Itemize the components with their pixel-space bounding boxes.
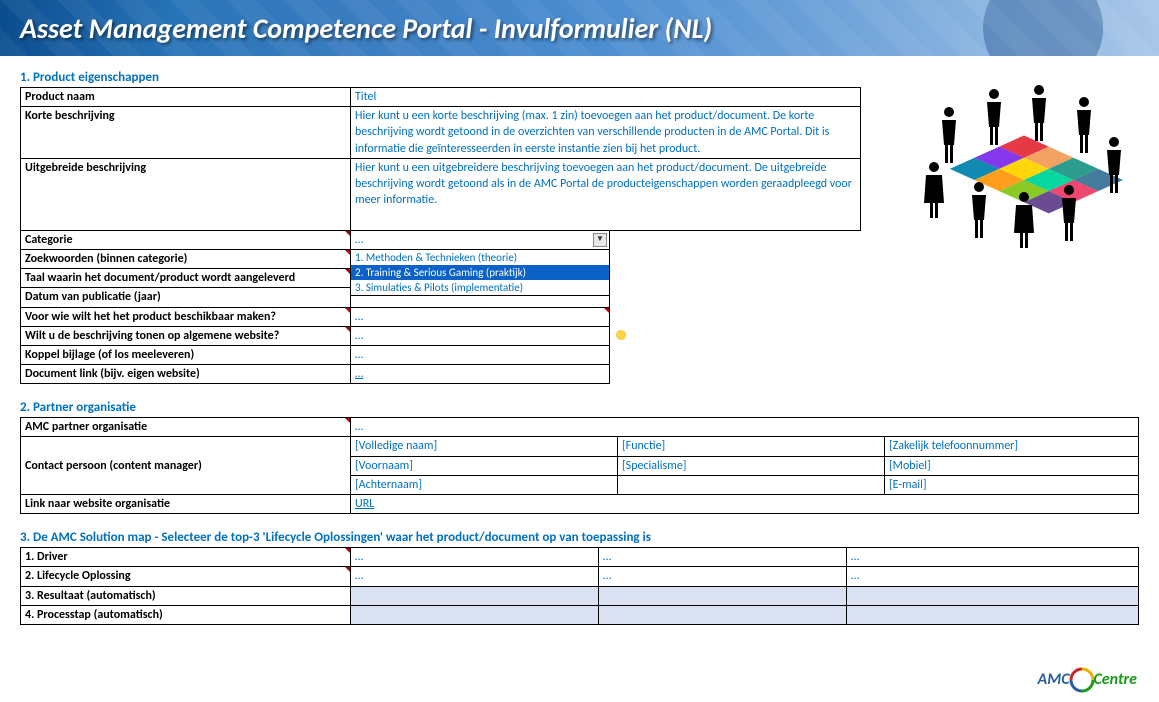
field-uitgebreide-beschrijving[interactable]: Hier kunt u een uitgebreidere beschrijvi… (351, 158, 861, 230)
warning-icon (615, 329, 627, 341)
field-volledige-naam[interactable]: [Volledige naam] (351, 437, 618, 456)
label-categorie: Categorie (21, 230, 351, 249)
section2-title: 2. Partner organisatie (20, 400, 1139, 415)
field-functie[interactable]: [Functie] (618, 437, 885, 456)
field-resultaat-1 (351, 586, 599, 605)
label-uitgebreide-beschrijving: Uitgebreide beschrijving (21, 158, 351, 230)
logo-swirl-icon (1068, 666, 1096, 694)
label-link-website: Link naar website organisatie (21, 495, 351, 514)
field-voornaam[interactable]: [Voornaam] (351, 456, 618, 475)
label-koppel-bijlage: Koppel bijlage (of los meeleveren) (21, 345, 351, 364)
label-document-link: Document link (bijv. eigen website) (21, 365, 351, 384)
section1-table-lower: Categorie … ▼ 1. Methoden & Technieken (… (20, 230, 610, 385)
field-driver-1[interactable]: … (351, 548, 599, 567)
label-tonen-website: Wilt u de beschrijving tonen op algemene… (21, 326, 351, 345)
field-lifecycle-1[interactable]: … (351, 567, 599, 586)
people-puzzle-illustration (909, 70, 1139, 250)
field-tonen-website[interactable]: … (351, 326, 610, 345)
label-datum: Datum van publicatie (jaar) (21, 288, 351, 307)
field-achternaam[interactable]: [Achternaam] (351, 475, 618, 494)
label-product-naam: Product naam (21, 88, 351, 107)
label-taal: Taal waarin het document/product wordt a… (21, 269, 351, 288)
label-korte-beschrijving: Korte beschrijving (21, 107, 351, 159)
section2-table: AMC partner organisatie … Contact persoo… (20, 417, 1139, 514)
label-voor-wie: Voor wie wilt het het product beschikbaa… (21, 307, 351, 326)
row-driver: 1. Driver … … … (21, 548, 1139, 567)
field-specialisme[interactable]: [Specialisme] (618, 456, 885, 475)
label-zoekwoorden: Zoekwoorden (binnen categorie) (21, 249, 351, 268)
dropdown-arrow-icon[interactable]: ▼ (593, 233, 607, 247)
row-processtap: 4. Processtap (automatisch) (21, 605, 1139, 624)
section1-title: 1. Product eigenschappen (20, 70, 861, 85)
page-title: Asset Management Competence Portal - Inv… (20, 11, 712, 46)
field-product-naam[interactable]: Titel (351, 88, 861, 107)
field-koppel-bijlage[interactable]: … (351, 345, 610, 364)
label-amc-partner: AMC partner organisatie (21, 418, 351, 437)
amc-centre-logo: AMCCentre (1038, 666, 1137, 694)
section3-title: 3. De AMC Solution map - Selecteer de to… (20, 530, 1139, 545)
field-processtap-3 (847, 605, 1139, 624)
field-lifecycle-2[interactable]: … (599, 567, 847, 586)
field-lifecycle-3[interactable]: … (847, 567, 1139, 586)
dropdown-option-1[interactable]: 1. Methoden & Technieken (theorie) (351, 250, 609, 265)
field-resultaat-2 (599, 586, 847, 605)
field-processtap-2 (599, 605, 847, 624)
section3-table: 1. Driver … … … 2. Lifecycle Oplossing …… (20, 547, 1139, 625)
header-banner: Asset Management Competence Portal - Inv… (0, 0, 1159, 56)
field-processtap-1 (351, 605, 599, 624)
dropdown-option-2[interactable]: 2. Training & Serious Gaming (praktijk) (351, 265, 609, 280)
field-resultaat-3 (847, 586, 1139, 605)
field-korte-beschrijving[interactable]: Hier kunt u een korte beschrijving (max.… (351, 107, 861, 159)
dropdown-option-3[interactable]: 3. Simulaties & Pilots (implementatie) (351, 280, 609, 295)
field-categorie[interactable]: … ▼ 1. Methoden & Technieken (theorie) 2… (351, 230, 610, 249)
field-driver-3[interactable]: … (847, 548, 1139, 567)
field-col2-3[interactable] (618, 475, 885, 494)
row-lifecycle: 2. Lifecycle Oplossing … … … (21, 567, 1139, 586)
field-email[interactable]: [E-mail] (885, 475, 1139, 494)
label-contact-persoon: Contact persoon (content manager) (21, 437, 351, 495)
categorie-dropdown-list[interactable]: 1. Methoden & Technieken (theorie) 2. Tr… (350, 249, 610, 296)
field-mobiel[interactable]: [Mobiel] (885, 456, 1139, 475)
field-driver-2[interactable]: … (599, 548, 847, 567)
section1-table: Product naam Titel Korte beschrijving Hi… (20, 87, 861, 231)
field-amc-partner[interactable]: … (351, 418, 1139, 437)
field-link-website[interactable]: URL (351, 495, 1139, 514)
field-telefoon[interactable]: [Zakelijk telefoonnummer] (885, 437, 1139, 456)
field-document-link[interactable]: … (351, 365, 610, 384)
row-resultaat: 3. Resultaat (automatisch) (21, 586, 1139, 605)
field-voor-wie[interactable]: … (351, 307, 610, 326)
